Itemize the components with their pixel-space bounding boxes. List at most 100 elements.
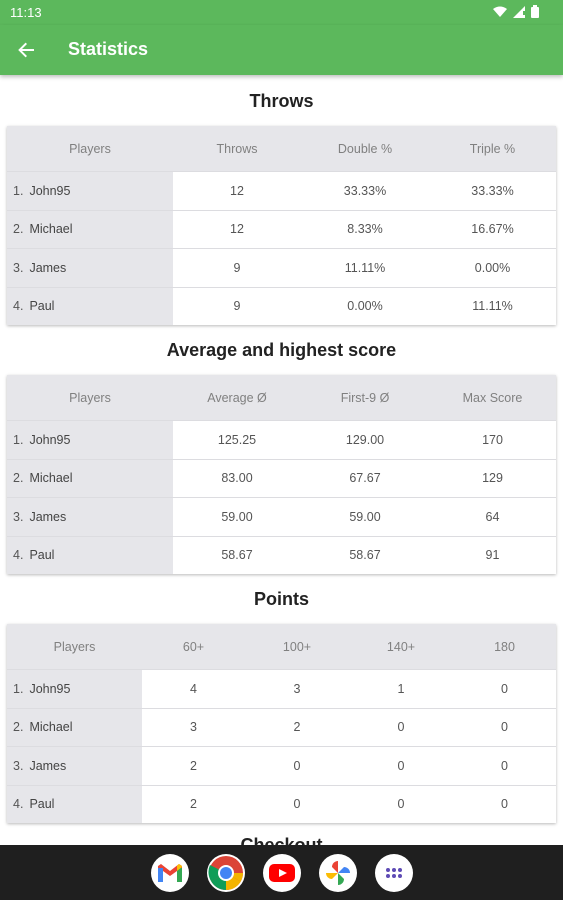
- header-players: Players: [69, 390, 111, 405]
- player-name: Paul: [29, 797, 55, 812]
- value-cell: 9: [233, 299, 241, 314]
- value-cell: 59.00: [221, 509, 253, 524]
- player-cell: 2. Michael: [7, 708, 142, 746]
- row-index: 2.: [13, 222, 24, 237]
- header-throws: Throws: [216, 141, 258, 156]
- value-cell: 0: [501, 720, 508, 735]
- value-cell: 129.00: [345, 432, 385, 447]
- header-180: 180: [494, 639, 515, 654]
- value-cell: 16.67%: [471, 222, 514, 237]
- back-arrow-icon[interactable]: [14, 38, 40, 62]
- player-cell: 2. Michael: [7, 210, 173, 248]
- player-name: Michael: [29, 222, 73, 237]
- row-index: 3.: [13, 509, 24, 524]
- table-row: 2. Michael 3 2 0 0: [7, 707, 556, 746]
- row-index: 2.: [13, 471, 24, 486]
- table-row: 1. John95 4 3 1 0: [7, 669, 556, 708]
- header-players: Players: [53, 639, 96, 654]
- value-cell: 0: [397, 720, 405, 735]
- youtube-icon[interactable]: [262, 853, 301, 892]
- gmail-icon[interactable]: [150, 853, 189, 892]
- value-cell: 0: [501, 758, 508, 773]
- value-cell: 33.33%: [343, 183, 387, 198]
- header-triple: Triple %: [469, 141, 516, 156]
- value-cell: 9: [233, 260, 241, 275]
- value-cell: 0: [293, 797, 301, 812]
- value-cell: 0.00%: [474, 260, 511, 275]
- player-cell: 3. James: [7, 498, 173, 536]
- table-row: 3. James 59.00 59.00 64: [7, 497, 556, 536]
- player-name: John95: [29, 432, 71, 447]
- section-title-average: Average and highest score: [166, 340, 397, 360]
- value-cell: 3: [293, 681, 301, 696]
- row-index: 1.: [13, 432, 24, 447]
- row-index: 4.: [13, 797, 24, 812]
- value-cell: 0: [501, 681, 508, 696]
- app-bar: Statistics: [0, 25, 563, 75]
- value-cell: 11.11%: [344, 260, 386, 275]
- row-index: 3.: [13, 260, 24, 275]
- value-cell: 33.33%: [471, 183, 514, 198]
- average-table: Players Average Ø First-9 Ø Max Score 1.…: [7, 375, 556, 574]
- player-name: John95: [29, 183, 71, 198]
- status-bar: 11:13: [0, 0, 563, 25]
- header-first-nine: First-9 Ø: [340, 390, 390, 405]
- value-cell: 0: [293, 758, 301, 773]
- value-cell: 129: [482, 471, 503, 486]
- player-cell: 1. John95: [7, 172, 173, 210]
- header-max-score: Max Score: [462, 390, 523, 405]
- value-cell: 1: [397, 681, 405, 696]
- player-name: Michael: [29, 720, 73, 735]
- status-time: 11:13: [10, 5, 42, 20]
- player-cell: 3. James: [7, 249, 173, 287]
- status-icons: [493, 5, 539, 18]
- value-cell: 12: [230, 222, 244, 237]
- table-row: 4. Paul 2 0 0 0: [7, 784, 556, 823]
- player-name: Michael: [29, 471, 73, 486]
- page-title: Statistics: [68, 39, 149, 59]
- table-row: 3. James 2 0 0 0: [7, 746, 556, 785]
- value-cell: 67.67: [349, 471, 381, 486]
- table-row: 4. Paul 9 0.00% 11.11%: [7, 286, 556, 325]
- table-row: 2. Michael 12 8.33% 16.67%: [7, 209, 556, 248]
- header-double: Double %: [337, 141, 393, 156]
- value-cell: 64: [485, 509, 500, 524]
- statistics-content[interactable]: Throws Players Throws Double % Triple % …: [0, 75, 563, 845]
- value-cell: 0: [397, 758, 405, 773]
- value-cell: 125.25: [217, 432, 257, 447]
- player-name: John95: [29, 681, 71, 696]
- value-cell: 3: [190, 720, 197, 735]
- row-index: 3.: [13, 758, 24, 773]
- player-name: James: [29, 509, 67, 524]
- row-index: 2.: [13, 720, 24, 735]
- throws-table: Players Throws Double % Triple % 1. John9…: [7, 126, 556, 325]
- wifi-icon: [493, 6, 507, 17]
- table-header: Players 60+ 100+ 140+ 180: [7, 624, 556, 669]
- header-60-plus: 60+: [182, 639, 205, 654]
- table-header: Players Average Ø First-9 Ø Max Score: [7, 375, 556, 420]
- player-cell: 2. Michael: [7, 459, 173, 497]
- player-cell: 4. Paul: [7, 785, 142, 823]
- value-cell: 11.11%: [472, 299, 513, 314]
- value-cell: 83.00: [221, 471, 253, 486]
- player-cell: 3. James: [7, 747, 142, 785]
- battery-icon: [531, 5, 539, 18]
- value-cell: 2: [190, 797, 197, 812]
- section-title-throws: Throws: [249, 91, 314, 111]
- row-index: 4.: [13, 548, 24, 563]
- signal-icon: [513, 5, 525, 18]
- chrome-icon[interactable]: [206, 853, 245, 892]
- table-row: 4. Paul 58.67 58.67 91: [7, 535, 556, 574]
- value-cell: 0: [397, 797, 405, 812]
- value-cell: 2: [293, 720, 301, 735]
- header-players: Players: [69, 141, 111, 156]
- player-name: Paul: [29, 548, 55, 563]
- header-100-plus: 100+: [282, 639, 312, 654]
- table-row: 2. Michael 83.00 67.67 129: [7, 458, 556, 497]
- app-drawer-icon[interactable]: [374, 853, 413, 892]
- photos-icon[interactable]: [318, 853, 357, 892]
- table-row: 1. John95 125.25 129.00 170: [7, 420, 556, 459]
- value-cell: 58.67: [349, 548, 381, 563]
- value-cell: 2: [190, 758, 197, 773]
- value-cell: 59.00: [349, 509, 381, 524]
